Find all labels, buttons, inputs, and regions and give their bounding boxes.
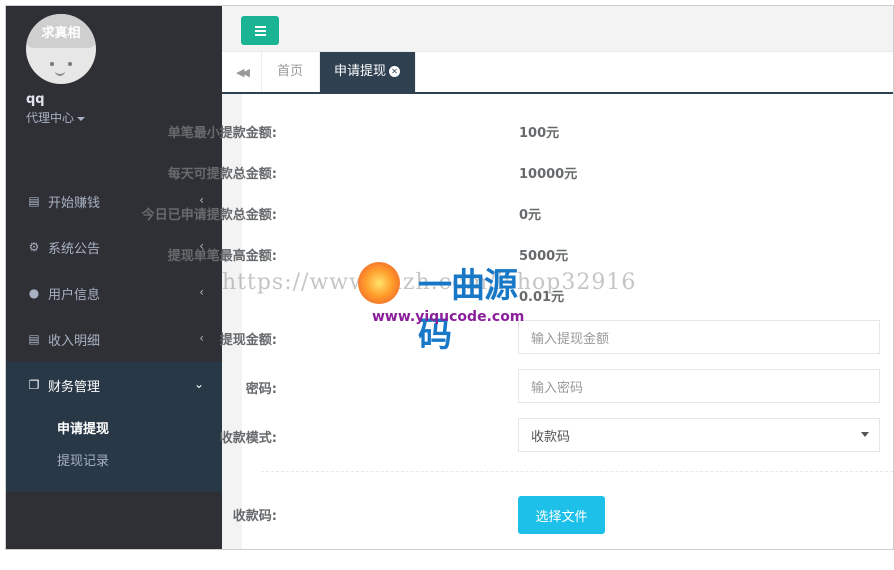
watermark-logo-text: 一曲源码 [418, 266, 518, 355]
list-icon: ▤ [28, 332, 40, 346]
dropdown-arrow-icon [861, 432, 869, 437]
password-placeholder: 输入密码 [531, 380, 584, 396]
mode-value: 收款码 [531, 429, 571, 445]
sidebar-item-label: 财务管理 [48, 379, 101, 395]
daily-total-label: 每天可提款总金额: [167, 167, 277, 182]
watermark-site: www.yiqucode.com [372, 309, 525, 325]
today-applied-label: 今日已申请提款总金额: [141, 208, 277, 223]
min-single-value: 100元 [519, 126, 560, 141]
finance-submenu: 申请提现 提现记录 [6, 408, 222, 492]
gear-icon: ⚙ [28, 240, 40, 254]
avatar[interactable]: 求真相 [26, 14, 96, 84]
menu-toggle-button[interactable] [241, 16, 279, 45]
tab-label: 申请提现 [334, 64, 387, 79]
sidebar-item-label: 收入明细 [48, 333, 101, 349]
avatar-text: 求真相 [41, 26, 81, 41]
chevron-down-icon: ⌄ [193, 377, 204, 391]
sidebar-item-user-info[interactable]: ● 用户信息 ‹ [6, 270, 222, 316]
top-navbar [222, 6, 893, 52]
sidebar-item-income-details[interactable]: ▤ 收入明细 ‹ [6, 316, 222, 362]
min-single-label: 单笔最小提款金额: [167, 126, 277, 141]
info-row: 单笔最小提款金额: 100元 [168, 122, 893, 142]
main-content: 单笔最小提款金额: 100元 每天可提款总金额: 10000元 今日已申请提款总… [142, 94, 893, 549]
tab-apply-withdraw[interactable]: 申请提现 ✕ [320, 52, 416, 92]
sidebar-item-label: 用户信息 [48, 287, 101, 303]
sidebar-item-finance[interactable]: ❐ 财务管理 ⌄ [6, 362, 222, 408]
role-label: 代理中心 [26, 111, 75, 125]
app-window: 求真相 qq 代理中心 ▤ 开始赚钱 ‹ ⚙ 系统公告 ‹ ● 用户信息 ‹ ▤… [5, 5, 894, 550]
database-icon: ▤ [28, 194, 40, 208]
sidebar: 求真相 qq 代理中心 ▤ 开始赚钱 ‹ ⚙ 系统公告 ‹ ● 用户信息 ‹ ▤… [6, 6, 222, 549]
sidebar-subitem-withdraw-records[interactable]: 提现记录 [6, 446, 222, 478]
max-single-label: 提现单笔最高金额: [167, 249, 277, 264]
sidebar-subitem-apply-withdraw[interactable]: 申请提现 [6, 414, 222, 446]
amount-placeholder: 输入提现金额 [531, 331, 610, 347]
sidebar-item-label: 开始赚钱 [48, 195, 101, 211]
copy-icon: ❐ [28, 378, 40, 392]
amount-input[interactable]: 输入提现金额 [518, 320, 880, 354]
sidebar-item-label: 系统公告 [48, 241, 101, 257]
password-label: 密码: [245, 382, 277, 397]
mode-label: 收款模式: [219, 431, 277, 446]
daily-total-value: 10000元 [519, 167, 578, 182]
close-tab-icon[interactable]: ✕ [389, 66, 401, 77]
qrcode-label: 收款码: [232, 509, 277, 524]
chevron-left-icon: ‹ [199, 331, 204, 345]
chevron-left-icon: ‹ [199, 285, 204, 299]
sidebar-menu: ▤ 开始赚钱 ‹ ⚙ 系统公告 ‹ ● 用户信息 ‹ ▤ 收入明细 ‹ ❐ 财务 [6, 178, 222, 492]
info-row: 每天可提款总金额: 10000元 [168, 163, 893, 183]
tab-home[interactable]: 首页 [262, 52, 320, 92]
info-row: 今日已申请提款总金额: 0元 [142, 204, 893, 224]
password-input[interactable]: 输入密码 [518, 369, 880, 403]
users-icon: ● [28, 286, 40, 300]
choose-file-button[interactable]: 选择文件 [518, 496, 605, 534]
info-row: 提现单笔最高金额: 5000元 [168, 245, 893, 265]
sun-logo-icon [358, 262, 400, 304]
scroll-tabs-left-icon[interactable]: ◀◀ [222, 52, 262, 92]
caret-down-icon [77, 116, 86, 121]
withdraw-form-panel: 单笔最小提款金额: 100元 每天可提款总金额: 10000元 今日已申请提款总… [142, 94, 893, 549]
amount-label: 提现金额: [219, 333, 277, 348]
payment-mode-select[interactable]: 收款码 [518, 418, 880, 452]
tab-bar: ◀◀ 首页 申请提现 ✕ [222, 52, 893, 94]
today-applied-value: 0元 [519, 208, 542, 223]
user-profile: 求真相 qq 代理中心 [26, 14, 206, 126]
divider [261, 471, 893, 472]
username: qq [26, 92, 45, 107]
